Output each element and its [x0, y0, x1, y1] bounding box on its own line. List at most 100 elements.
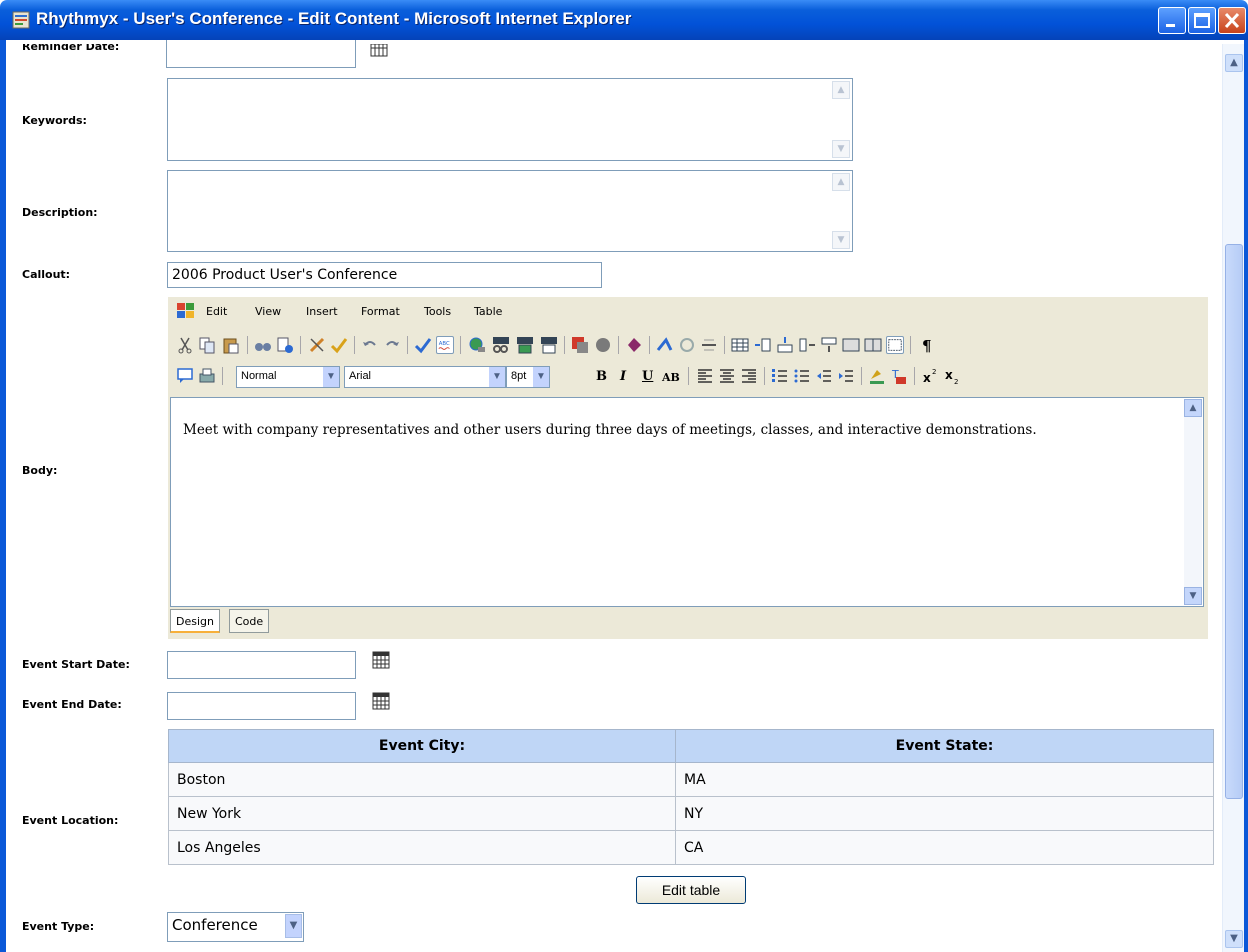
comment-icon[interactable]	[176, 367, 194, 385]
menu-edit[interactable]: Edit	[206, 305, 227, 318]
keywords-textarea[interactable]: ▲ ▼	[167, 78, 853, 161]
print-icon[interactable]	[198, 367, 216, 385]
menu-tools[interactable]: Tools	[424, 305, 451, 318]
scroll-down-icon[interactable]: ▼	[1225, 930, 1243, 948]
state-cell[interactable]: CA	[675, 830, 1214, 865]
font-color-icon[interactable]: T	[890, 367, 908, 385]
redo-icon[interactable]	[383, 336, 401, 354]
insert-inline-link-icon[interactable]	[492, 336, 510, 354]
cut-icon[interactable]	[176, 336, 194, 354]
scroll-down-icon[interactable]: ▼	[1184, 587, 1202, 605]
numbered-list-icon[interactable]	[771, 367, 789, 385]
reminder-date-input[interactable]	[166, 40, 356, 68]
table-row[interactable]: Boston MA	[168, 762, 1214, 797]
hyperlink-icon[interactable]	[656, 336, 674, 354]
delete-column-icon[interactable]	[798, 336, 816, 354]
show-borders-icon[interactable]	[886, 336, 904, 354]
font-select[interactable]: Arial ▼	[344, 366, 506, 388]
event-start-date-input[interactable]	[167, 651, 356, 679]
spellcheck-icon[interactable]	[414, 336, 432, 354]
state-cell[interactable]: MA	[675, 762, 1214, 797]
style-select[interactable]: Normal ▼	[236, 366, 340, 388]
bold-button[interactable]: B	[596, 369, 607, 384]
align-right-icon[interactable]	[740, 367, 758, 385]
italic-button[interactable]: I	[620, 369, 626, 384]
copy-icon[interactable]	[198, 336, 216, 354]
event-end-date-input[interactable]	[167, 692, 356, 720]
chevron-down-icon: ▼	[489, 367, 505, 387]
insert-link-icon[interactable]	[468, 336, 486, 354]
paste-icon[interactable]	[222, 336, 240, 354]
insert-row-icon[interactable]	[776, 336, 794, 354]
delete-row-icon[interactable]	[820, 336, 838, 354]
state-cell[interactable]: NY	[675, 796, 1214, 831]
menu-insert[interactable]: Insert	[306, 305, 338, 318]
minimize-button[interactable]	[1158, 7, 1186, 34]
highlight-color-icon[interactable]	[868, 367, 886, 385]
insert-table-icon[interactable]	[731, 336, 749, 354]
calendar-icon[interactable]	[372, 651, 390, 669]
scroll-down-icon[interactable]: ▼	[832, 140, 850, 158]
table-row[interactable]: New York NY	[168, 796, 1214, 831]
table-row[interactable]: Los Angeles CA	[168, 830, 1214, 865]
tab-code[interactable]: Code	[229, 609, 270, 633]
spellcheck-as-you-type-icon[interactable]: ABC	[436, 336, 454, 354]
insert-column-icon[interactable]	[754, 336, 772, 354]
underline-button[interactable]: U	[642, 369, 653, 384]
scroll-up-icon[interactable]: ▲	[1225, 54, 1243, 72]
close-button[interactable]	[1218, 7, 1246, 34]
horizontal-rule-icon[interactable]	[700, 336, 718, 354]
insert-media-icon[interactable]	[594, 336, 612, 354]
body-scrollbar[interactable]: ▲ ▼	[1184, 399, 1202, 605]
scroll-down-icon[interactable]: ▼	[832, 231, 850, 249]
superscript-icon[interactable]: x2	[922, 367, 940, 385]
caps-button[interactable]: AB	[662, 371, 680, 384]
maximize-button[interactable]	[1188, 7, 1216, 34]
cleanup-icon[interactable]	[330, 336, 348, 354]
calendar-icon[interactable]	[372, 692, 390, 710]
remove-format-icon[interactable]	[308, 336, 326, 354]
tab-design[interactable]: Design	[170, 609, 220, 633]
split-cells-icon[interactable]	[864, 336, 882, 354]
scroll-up-icon[interactable]: ▲	[1184, 399, 1202, 417]
page-scrollbar[interactable]: ▲ ▼	[1222, 44, 1244, 952]
calendar-icon[interactable]	[370, 44, 388, 58]
scroll-thumb[interactable]	[1225, 244, 1243, 799]
event-start-date-label: Event Start Date:	[22, 658, 130, 671]
chevron-down-icon: ▼	[323, 367, 339, 387]
keywords-scrollbar[interactable]: ▲ ▼	[832, 81, 850, 158]
editor-logo-icon	[177, 303, 194, 318]
insert-inline-image-icon[interactable]	[516, 336, 534, 354]
find-icon[interactable]	[254, 336, 272, 354]
city-cell[interactable]: Los Angeles	[168, 830, 676, 865]
undo-icon[interactable]	[361, 336, 379, 354]
show-paragraph-marks-icon[interactable]: ¶	[918, 336, 936, 354]
callout-input[interactable]: 2006 Product User's Conference	[167, 262, 602, 288]
anchor-icon[interactable]	[678, 336, 696, 354]
menu-view[interactable]: View	[255, 305, 281, 318]
event-type-select[interactable]: Conference ▼	[167, 912, 304, 942]
svg-text:¶: ¶	[922, 337, 932, 354]
body-edit-area[interactable]: Meet with company representatives and ot…	[170, 397, 1204, 607]
scroll-up-icon[interactable]: ▲	[832, 81, 850, 99]
description-textarea[interactable]: ▲ ▼	[167, 170, 853, 252]
bulleted-list-icon[interactable]	[793, 367, 811, 385]
city-cell[interactable]: Boston	[168, 762, 676, 797]
replace-icon[interactable]	[276, 336, 294, 354]
align-left-icon[interactable]	[696, 367, 714, 385]
size-select[interactable]: 8pt ▼	[506, 366, 550, 388]
indent-icon[interactable]	[837, 367, 855, 385]
outdent-icon[interactable]	[815, 367, 833, 385]
menu-format[interactable]: Format	[361, 305, 400, 318]
city-cell[interactable]: New York	[168, 796, 676, 831]
description-scrollbar[interactable]: ▲ ▼	[832, 173, 850, 249]
subscript-icon[interactable]: x2	[944, 367, 962, 385]
merge-cells-icon[interactable]	[842, 336, 860, 354]
insert-symbol-icon[interactable]	[625, 336, 643, 354]
scroll-up-icon[interactable]: ▲	[832, 173, 850, 191]
align-center-icon[interactable]	[718, 367, 736, 385]
insert-image-icon[interactable]	[571, 336, 589, 354]
edit-table-button[interactable]: Edit table	[636, 876, 746, 904]
menu-table[interactable]: Table	[474, 305, 502, 318]
insert-inline-template-icon[interactable]	[540, 336, 558, 354]
